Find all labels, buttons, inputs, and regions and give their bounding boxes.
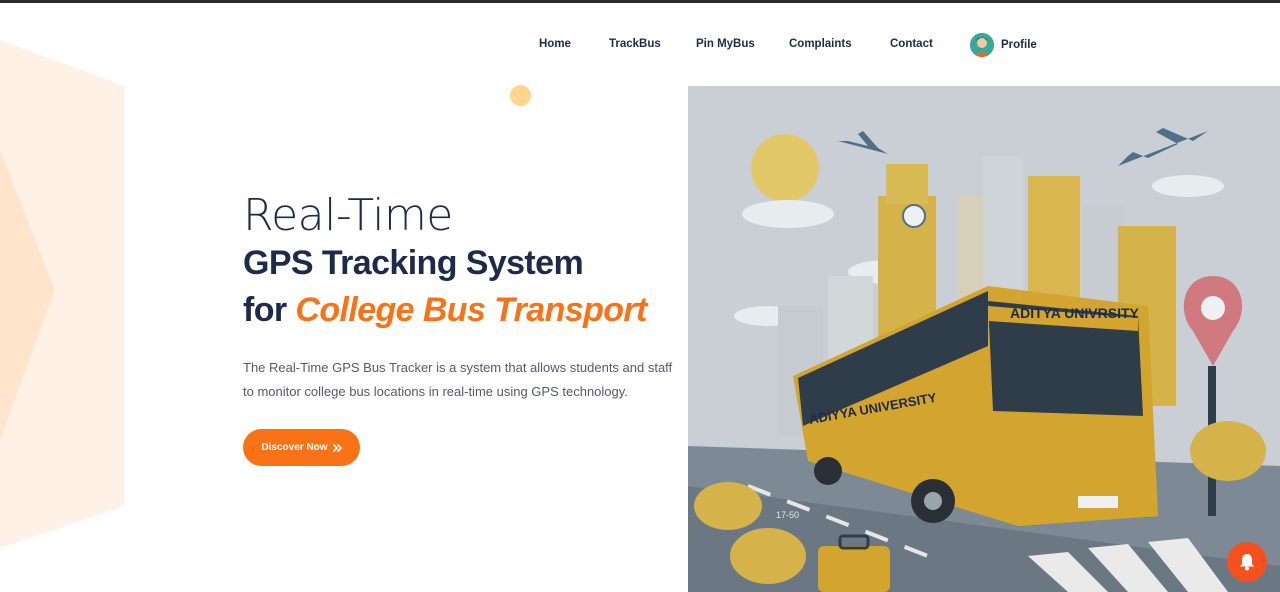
nav-trackbus[interactable]: TrackBus [609,38,661,50]
nav-complaints[interactable]: Complaints [789,38,852,50]
hero-title-accent: College Bus Transport [295,291,647,329]
discover-now-button[interactable]: Discover Now [243,429,360,466]
background-decoration [0,40,124,548]
bus-sign: ADITYA UNIVRSITY [1010,305,1140,321]
hero-title-line2: GPS Tracking System [243,244,584,282]
discover-now-label: Discover Now [261,442,328,453]
main-nav: Home TrackBus Pin MyBus Complaints Conta… [0,32,1280,58]
road-marking: 17-50 [776,510,799,520]
avatar [970,33,994,57]
hero-illustration: 17-50 ADITYA UNIVRSITY ADIYYA UNIVERSITY [688,86,1280,592]
bell-icon [1240,554,1254,571]
notification-bell-button[interactable] [1227,542,1267,582]
profile-label: Profile [1001,39,1037,51]
top-border [0,0,1280,3]
hero-title-line3: for College Bus Transport [243,291,647,330]
bus-city-illustration: 17-50 ADITYA UNIVRSITY ADIYYA UNIVERSITY [688,86,1280,592]
nav-profile[interactable]: Profile [970,33,1037,57]
hero-title-prefix: for [243,291,296,329]
double-chevron-right-icon [332,443,342,452]
hero-title-line1: Real-Time [243,190,453,241]
nav-home[interactable]: Home [539,38,571,50]
decorative-dot [510,85,531,106]
hero-description: The Real-Time GPS Bus Tracker is a syste… [243,360,673,399]
nav-contact[interactable]: Contact [890,38,933,50]
nav-pin-mybus[interactable]: Pin MyBus [696,38,755,50]
